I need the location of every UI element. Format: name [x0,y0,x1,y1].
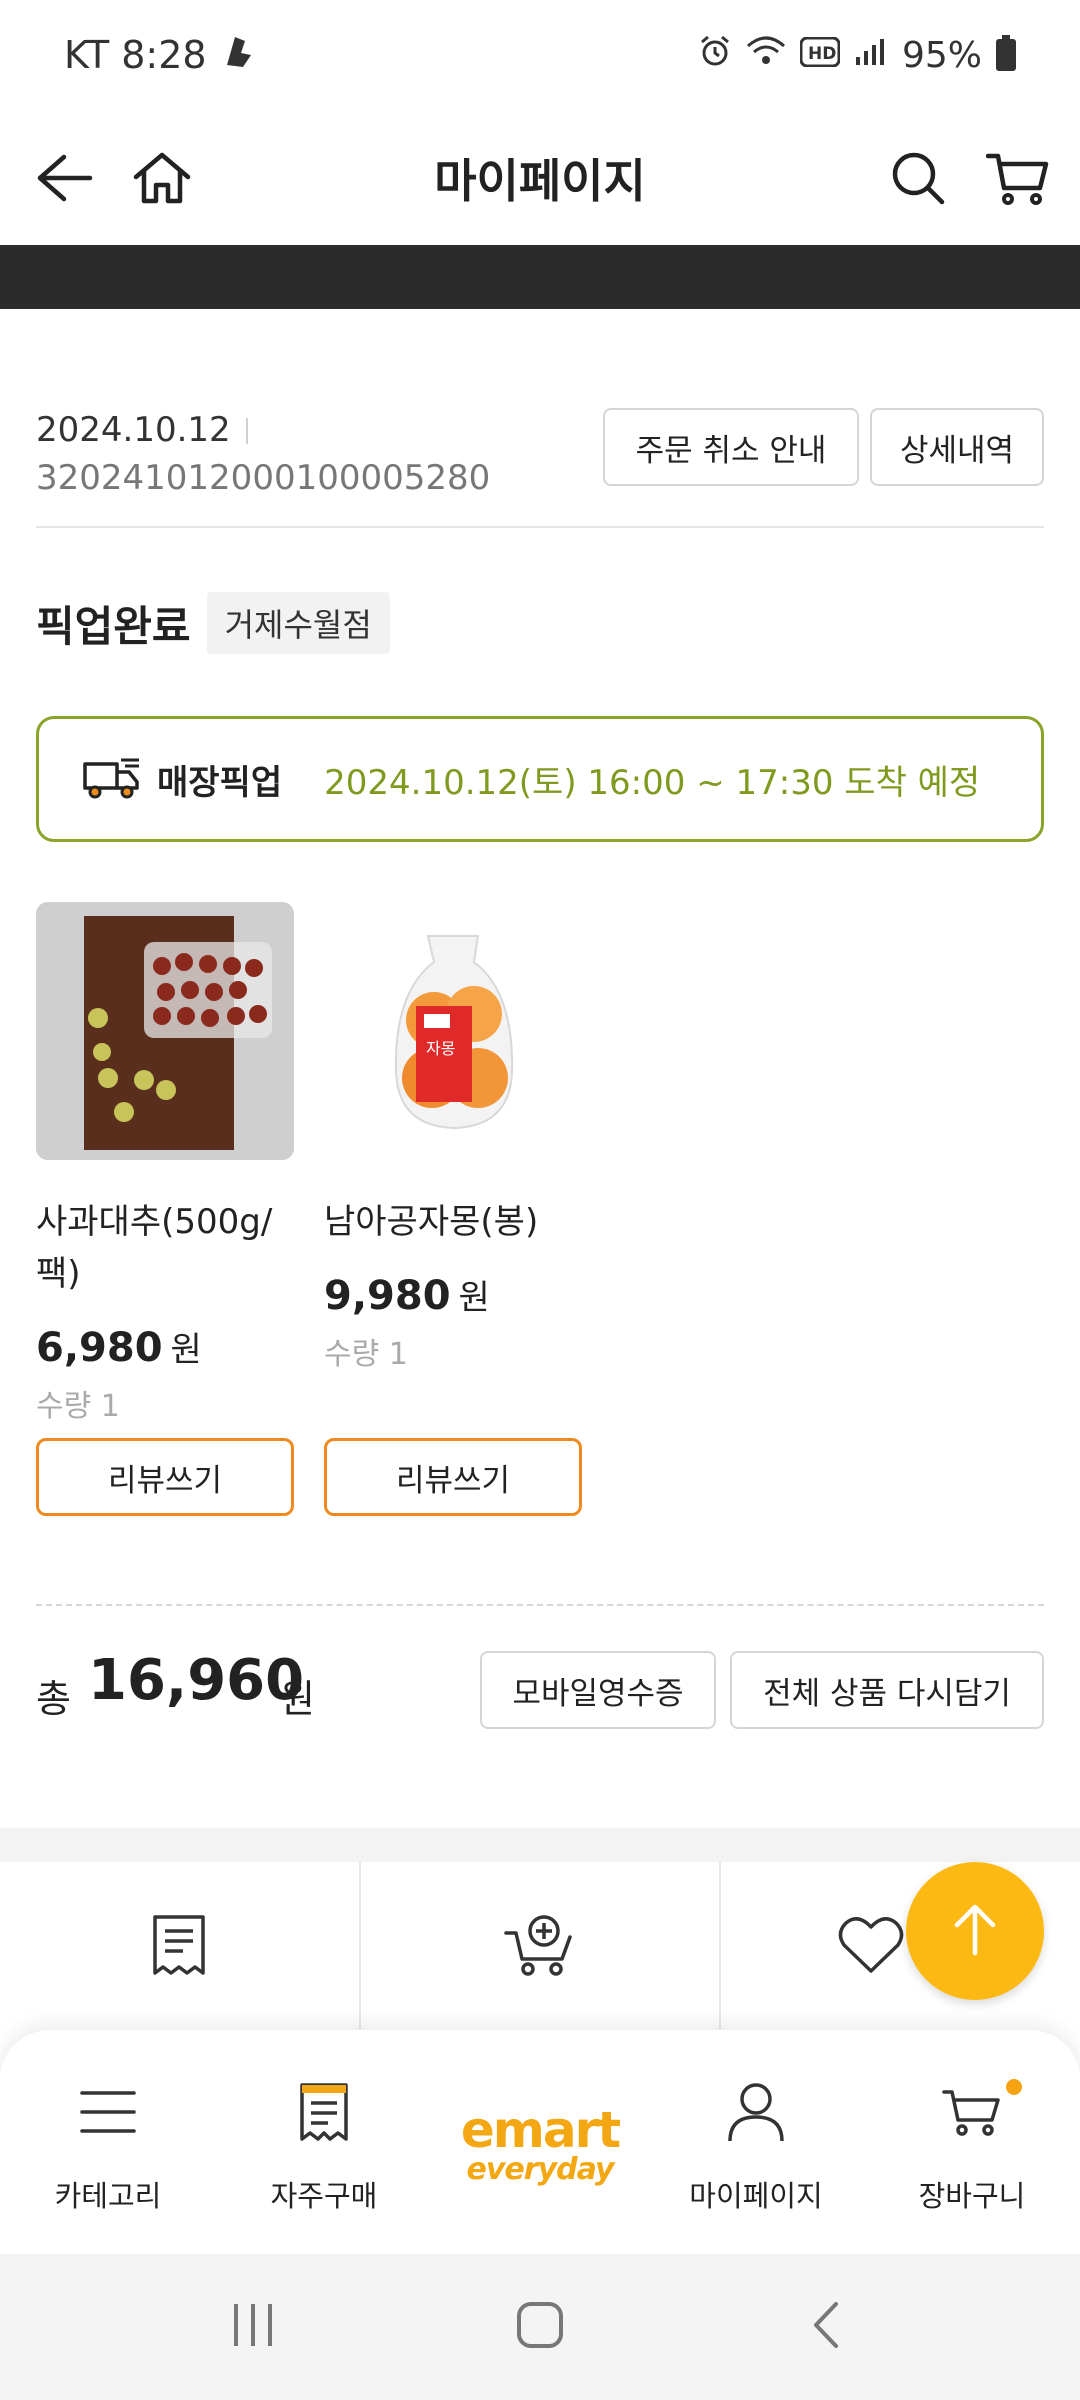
product-image-jujube[interactable] [36,902,294,1160]
mobile-receipt-button[interactable]: 모바일영수증 [480,1651,716,1729]
status-bar: KT 8:28 HD 95% [0,0,1080,110]
product-price: 6,980 원 [36,1322,294,1371]
total-amount: 16,960 [88,1648,305,1713]
readd-all-button[interactable]: 전체 상품 다시담기 [730,1651,1044,1729]
svg-text:자몽: 자몽 [426,1039,455,1058]
delivery-truck-icon [81,754,143,804]
order-number: 320241012000100005280 [36,458,491,498]
quick-add-cart[interactable] [361,1862,722,2032]
pickup-label: 매장픽업 [157,762,283,803]
product-quantity: 수량 1 [36,1389,120,1424]
total-row: 총 16,960 원 모바일영수증 전체 상품 다시담기 [36,1648,1044,1732]
back-button-icon[interactable] [802,2300,852,2354]
arrow-up-icon [953,1901,997,1961]
back-arrow-icon[interactable] [24,138,104,218]
pickup-info-box: 매장픽업 2024.10.12(토) 16:00 ~ 17:30 도착 예정 [36,716,1044,842]
nav-label: 장바구니 [918,2179,1026,2213]
nav-mypage[interactable]: 마이페이지 [648,2030,864,2254]
person-icon [726,2069,786,2155]
status-title: 픽업완료 [36,601,191,651]
cart-icon[interactable] [978,138,1058,218]
order-status: 픽업완료 거제수월점 [36,592,390,654]
scroll-top-button[interactable] [906,1862,1044,2000]
write-review-button[interactable]: 리뷰쓰기 [36,1438,294,1516]
nav-frequent[interactable]: 자주구매 [216,2030,432,2254]
dark-banner [0,245,1080,309]
cart-icon [942,2069,1022,2155]
order-date: 2024.10.12 [36,410,231,450]
nav-home-logo[interactable]: emart everyday [432,2030,648,2254]
product-price: 9,980 원 [324,1270,582,1319]
logo-text-bottom: everyday [466,2151,615,2187]
write-review-button[interactable]: 리뷰쓰기 [324,1438,582,1516]
home-button-icon[interactable] [515,2300,565,2354]
app-header: 마이페이지 [0,110,1080,245]
signal-icon [854,35,888,76]
battery-icon [996,35,1016,71]
section-gap [0,1828,1080,1862]
home-icon[interactable] [122,138,202,218]
price-value: 6,980 [36,1325,163,1371]
quick-receipt[interactable] [0,1862,361,2032]
cart-add-icon [504,1913,576,1981]
total-label: 총 [36,1677,71,1721]
divider [36,1604,1044,1606]
receipt-icon [298,2069,350,2155]
price-value: 9,980 [324,1273,451,1319]
system-nav-bar [0,2254,1080,2400]
nav-label: 자주구매 [270,2179,378,2213]
cancel-guide-button[interactable]: 주문 취소 안내 [603,408,859,486]
total-unit: 원 [280,1677,315,1721]
nav-label: 마이페이지 [689,2179,823,2213]
product-name[interactable]: 사과대추(500g/팩) [36,1196,294,1300]
page-title: 마이페이지 [434,153,646,208]
product-quantity: 수량 1 [324,1337,408,1372]
logo-text-top: emart [460,2100,621,2159]
heart-icon [838,1915,904,1979]
menu-icon [78,2069,138,2155]
product-card[interactable]: 자몽 남아공자몽(봉) 9,980 원 수량 1 리뷰쓰기 [324,902,582,1516]
product-image-grapefruit[interactable]: 자몽 [324,902,582,1160]
battery-text: 95% [901,34,982,76]
price-unit: 원 [458,1278,490,1318]
bottom-nav: 카테고리 자주구매 emart everyday 마이페이지 장바구니 [0,2030,1080,2254]
receipt-icon [151,1913,207,1981]
divider [246,418,248,444]
nav-category[interactable]: 카테고리 [0,2030,216,2254]
carrier-time: KT 8:28 [64,33,207,77]
order-info: 2024.10.12 320241012000100005280 주문 취소 안… [36,400,1044,528]
pickup-time: 2024.10.12(토) 16:00 ~ 17:30 도착 예정 [324,762,981,803]
recent-apps-icon[interactable] [228,2300,278,2354]
product-name[interactable]: 남아공자몽(봉) [324,1196,582,1248]
wifi-icon [746,34,786,77]
emart-everyday-logo: emart everyday [460,2100,621,2187]
hd-icon: HD [799,35,841,76]
price-unit: 원 [170,1330,202,1370]
nav-label: 카테고리 [54,2179,162,2213]
notification-icon [221,31,257,80]
order-detail-button[interactable]: 상세내역 [870,408,1044,486]
new-item-badge [1006,2079,1022,2095]
store-tag: 거제수월점 [206,592,390,654]
nav-cart[interactable]: 장바구니 [864,2030,1080,2254]
search-icon[interactable] [878,138,958,218]
alarm-icon [698,34,732,77]
svg-text:HD: HD [808,44,836,64]
product-card[interactable]: 사과대추(500g/팩) 6,980 원 수량 1 리뷰쓰기 [36,902,294,1516]
